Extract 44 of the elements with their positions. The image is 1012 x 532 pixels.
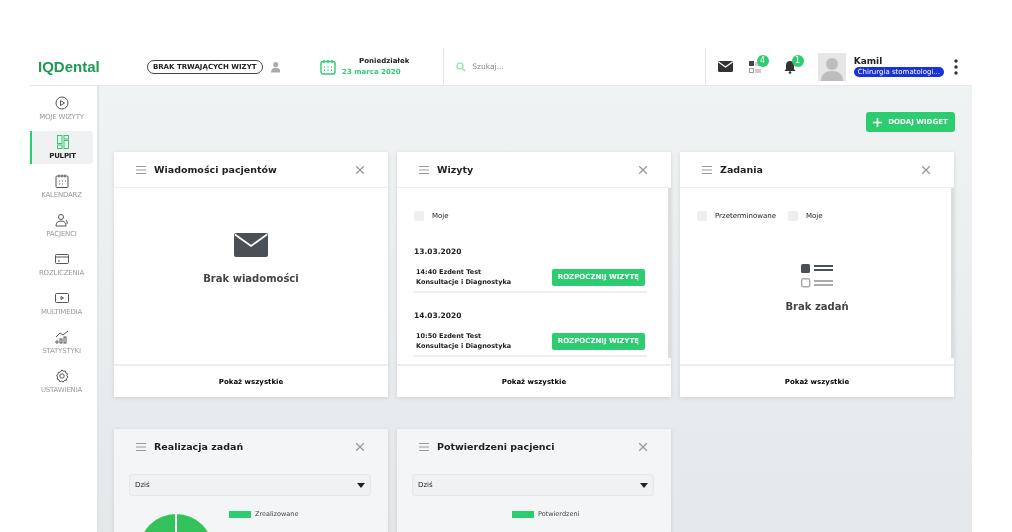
caret-icon	[640, 482, 648, 488]
chart-icon	[54, 330, 69, 344]
close-icon[interactable]	[356, 442, 364, 451]
settings-icon	[54, 369, 69, 383]
drag-handle-icon[interactable]	[136, 165, 146, 174]
close-icon[interactable]	[639, 442, 647, 451]
avatar[interactable]	[817, 52, 846, 81]
bell-icon[interactable]	[783, 59, 796, 74]
mail-icon[interactable]	[717, 61, 733, 72]
empty-message: Brak zadań	[785, 301, 849, 312]
calendar-icon[interactable]	[320, 58, 337, 75]
user-name: Kamil	[853, 56, 884, 66]
person-icon	[270, 60, 281, 73]
app-logo[interactable]: IQDental	[30, 58, 147, 75]
task-list-icon	[800, 263, 834, 289]
count-badge: 4	[756, 54, 769, 67]
empty-message: Brak wiadomości	[203, 273, 299, 284]
drag-handle-icon[interactable]	[419, 165, 429, 174]
drag-handle-icon[interactable]	[702, 165, 712, 174]
dashboard-icon	[55, 135, 70, 149]
legend-swatch	[229, 510, 251, 518]
widget-title: Wiadomości pacjentów	[154, 164, 277, 175]
play-icon	[54, 96, 69, 110]
close-icon[interactable]	[922, 165, 930, 174]
calendar-icon	[54, 174, 69, 188]
person-icon	[54, 213, 69, 227]
plus-icon	[873, 117, 883, 127]
mail-icon	[234, 233, 268, 257]
screen-icon	[54, 291, 69, 305]
card-icon	[54, 252, 69, 266]
tasks-icon[interactable]	[748, 59, 762, 74]
count-badge: 1	[791, 54, 804, 67]
drag-handle-icon[interactable]	[419, 442, 429, 451]
more-icon[interactable]	[954, 58, 958, 75]
close-icon[interactable]	[639, 165, 647, 174]
close-icon[interactable]	[356, 165, 364, 174]
widget-title: Realizacja zadań	[154, 441, 244, 452]
widget-title: Zadania	[720, 164, 763, 175]
widget-title: Wizyty	[437, 164, 474, 175]
search-icon	[456, 61, 467, 72]
caret-icon	[357, 482, 365, 488]
legend-swatch	[512, 510, 534, 518]
widget-title: Potwierdzeni pacjenci	[437, 441, 555, 452]
drag-handle-icon[interactable]	[136, 442, 146, 451]
